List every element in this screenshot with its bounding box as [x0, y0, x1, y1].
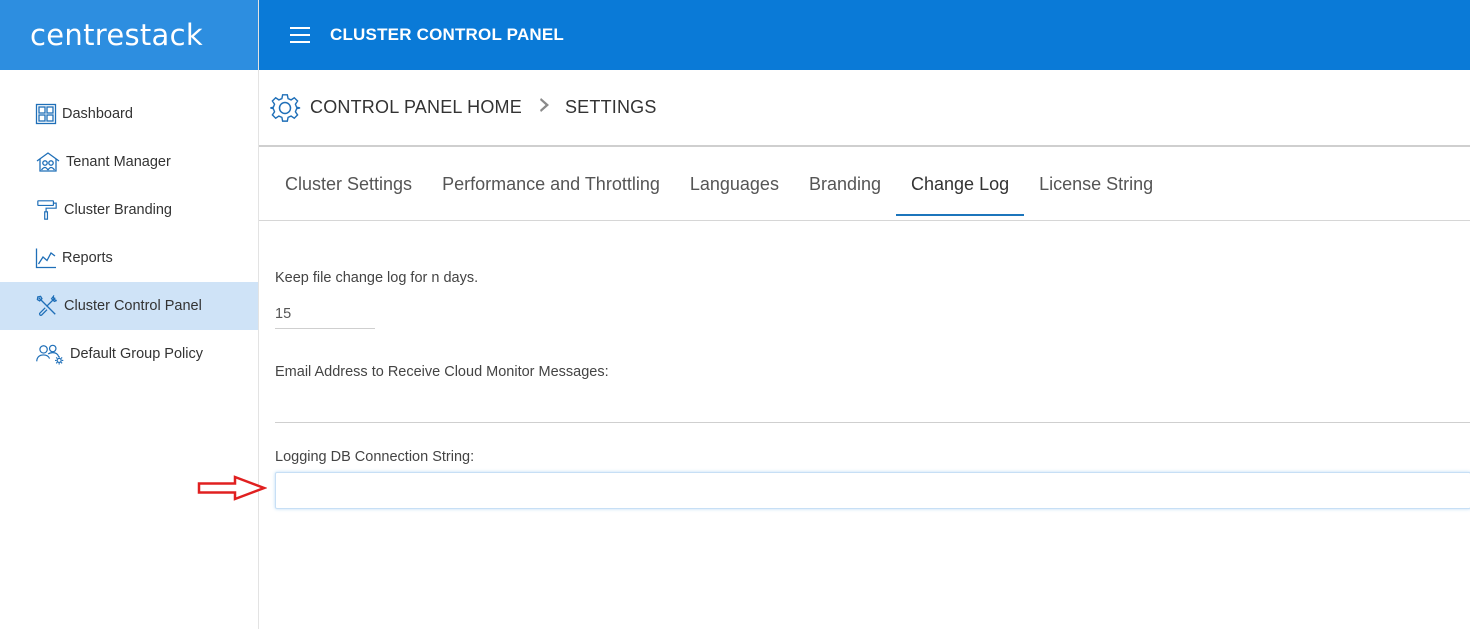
sidebar-item-label: Default Group Policy — [70, 346, 203, 362]
chart-line-icon — [34, 246, 58, 270]
sidebar-item-default-group-policy[interactable]: Default Group Policy — [0, 330, 258, 378]
tab-branding[interactable]: Branding — [794, 154, 896, 216]
sidebar-nav: Dashboard Tenant Manager Cluster Brandin… — [0, 70, 258, 378]
breadcrumb: CONTROL PANEL HOME SETTINGS — [259, 70, 1470, 147]
logo-text: centrestack — [30, 18, 203, 52]
sidebar-item-label: Dashboard — [62, 106, 133, 122]
breadcrumb-home-link[interactable]: CONTROL PANEL HOME — [310, 97, 522, 118]
sidebar-item-cluster-branding[interactable]: Cluster Branding — [0, 186, 258, 234]
house-users-icon — [34, 150, 62, 174]
sidebar-item-label: Cluster Control Panel — [64, 298, 202, 314]
days-label: Keep file change log for n days. — [275, 270, 479, 286]
tools-icon — [34, 294, 60, 318]
sidebar-item-label: Reports — [62, 250, 113, 266]
paint-roller-icon — [34, 198, 60, 222]
sidebar-item-label: Tenant Manager — [66, 154, 171, 170]
header-title: CLUSTER CONTROL PANEL — [330, 25, 565, 44]
days-input[interactable] — [275, 299, 375, 329]
red-arrow-annotation — [197, 475, 267, 501]
tab-performance-and-throttling[interactable]: Performance and Throttling — [427, 154, 675, 216]
sidebar: centrestack Dashboard Tenant Manager Clu… — [0, 0, 259, 629]
app-window: centrestack Dashboard Tenant Manager Clu… — [0, 0, 1470, 629]
breadcrumb-current: SETTINGS — [564, 97, 657, 117]
sidebar-item-dashboard[interactable]: Dashboard — [0, 90, 258, 138]
sidebar-item-label: Cluster Branding — [64, 202, 172, 218]
tab-languages[interactable]: Languages — [675, 154, 794, 216]
email-label: Email Address to Receive Cloud Monitor M… — [275, 364, 609, 380]
sidebar-item-tenant-manager[interactable]: Tenant Manager — [0, 138, 258, 186]
logo-text-part2: stack — [124, 18, 203, 52]
tab-license-string[interactable]: License String — [1024, 154, 1168, 216]
sidebar-item-reports[interactable]: Reports — [0, 234, 258, 282]
hamburger-menu-icon[interactable] — [290, 27, 310, 43]
dashboard-icon — [34, 102, 58, 126]
email-field[interactable] — [275, 393, 1470, 423]
settings-tabs: Cluster Settings Performance and Throttl… — [259, 149, 1470, 221]
top-header: CLUSTER CONTROL PANEL — [259, 0, 1470, 70]
brand-logo[interactable]: centrestack — [0, 0, 258, 70]
users-gear-icon — [34, 342, 66, 366]
tab-cluster-settings[interactable]: Cluster Settings — [270, 154, 427, 216]
tab-change-log[interactable]: Change Log — [896, 154, 1025, 216]
sidebar-item-cluster-control-panel[interactable]: Cluster Control Panel — [0, 282, 258, 330]
db-connection-label: Logging DB Connection String: — [275, 449, 475, 465]
gear-icon — [270, 93, 301, 122]
logo-text-part1: centre — [30, 18, 125, 52]
chevron-right-icon — [539, 97, 551, 118]
db-connection-input[interactable] — [275, 472, 1470, 509]
